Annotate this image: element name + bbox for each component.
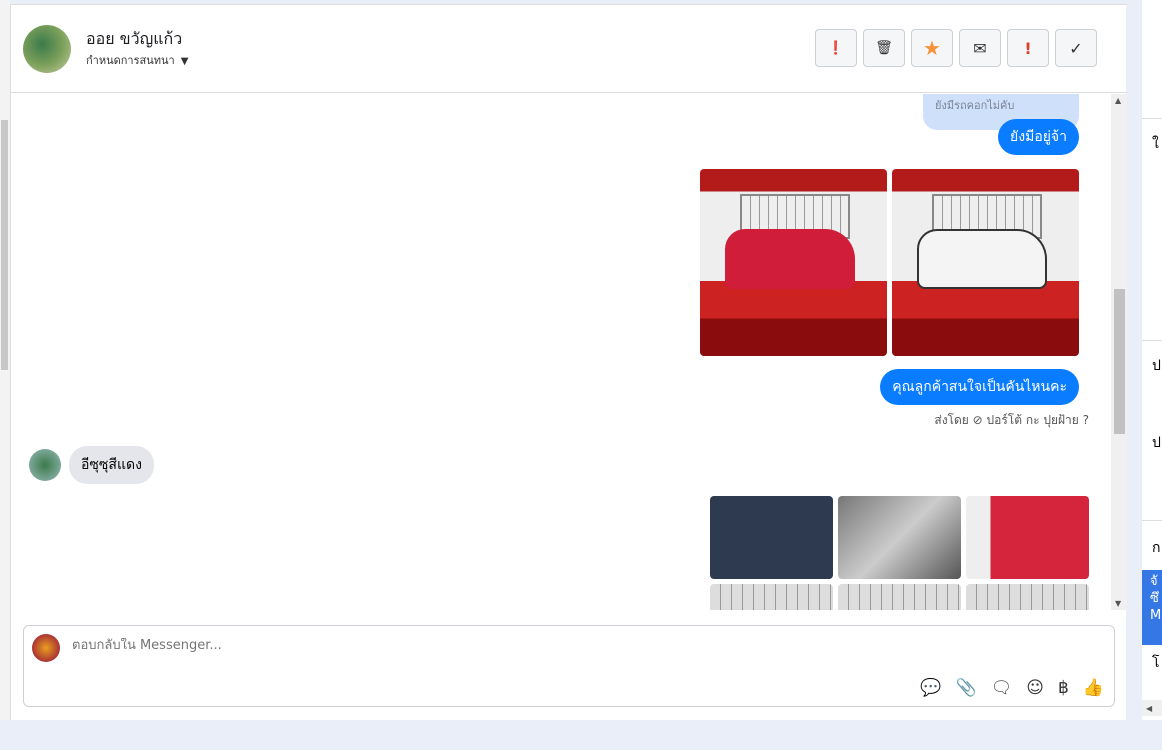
conversation-header: ออย ขวัญแก้ว กำหนดการสนทนา ▼ ❗ 🗑 ★ ✉ ! ✓ [11, 4, 1127, 93]
scroll-thumb[interactable] [1, 120, 8, 370]
image-attachments [700, 169, 1079, 356]
mail-icon: ✉ [973, 38, 987, 58]
red-truck-image[interactable] [700, 169, 887, 356]
important-button[interactable]: ! [1007, 29, 1049, 67]
outgoing-message: ยังมีอยู่จ้า [998, 119, 1079, 155]
section-header: ป [1152, 435, 1161, 451]
left-scrollbar[interactable] [0, 0, 10, 720]
done-button[interactable]: ✓ [1055, 29, 1097, 67]
scroll-up-icon[interactable]: ▲ [1115, 96, 1121, 105]
messenger-banner[interactable]: จั ซึ M [1142, 570, 1162, 645]
composer-actions: 💬 📎 🗨 ☺ ฿ 👍 [920, 678, 1104, 698]
check-icon: ✓ [1069, 38, 1083, 58]
emoji-icon[interactable]: ☺ [1026, 678, 1044, 698]
section-header: ใ [1142, 118, 1162, 169]
page-avatar [32, 634, 60, 662]
message-list: ยังมีรถคอกไม่คับ ยังมีอยู่จ้า คุณลูกค้าส… [11, 94, 1111, 610]
spam-button[interactable]: ❗ [815, 29, 857, 67]
exclamation-icon: ! [1024, 38, 1032, 58]
conversation-panel: ออย ขวัญแก้ว กำหนดการสนทนา ▼ ❗ 🗑 ★ ✉ ! ✓ … [10, 4, 1127, 720]
mail-button[interactable]: ✉ [959, 29, 1001, 67]
section-header: ก [1142, 520, 1162, 575]
interior-image[interactable] [838, 496, 961, 579]
caret-down-icon: ▼ [180, 56, 189, 67]
alert-icon: ❗ [827, 40, 845, 56]
spec-image[interactable] [710, 496, 833, 579]
saved-reply-icon[interactable]: 💬 [920, 678, 941, 698]
outgoing-message: คุณลูกค้าสนใจเป็นคันไหนคะ [880, 369, 1079, 405]
attachment-icon[interactable]: 📎 [956, 678, 977, 698]
toolbar: ❗ 🗑 ★ ✉ ! ✓ [815, 29, 1097, 67]
conversation-options-label: กำหนดการสนทนา [86, 54, 175, 67]
payment-icon[interactable]: ฿ [1058, 678, 1069, 698]
white-truck-image[interactable] [892, 169, 1079, 356]
rack-image[interactable] [838, 584, 961, 610]
trash-icon: 🗑 [875, 40, 893, 56]
sent-by-label: ส่งโดย ⊘ ปอร์โต้ กะ ปุยฝ้าย ? [934, 413, 1089, 427]
right-panel: ใ ป ป ก จั ซึ M โ [1142, 0, 1162, 720]
composer: 💬 📎 🗨 ☺ ฿ 👍 [23, 625, 1115, 707]
like-icon[interactable]: 👍 [1083, 678, 1104, 698]
wheel-image[interactable] [966, 496, 1089, 579]
reply-input[interactable] [72, 638, 872, 653]
contact-avatar-small [29, 449, 61, 481]
section-header: ป [1142, 340, 1162, 391]
conversation-options[interactable]: กำหนดการสนทนา ▼ [86, 51, 188, 69]
rack-image[interactable] [966, 584, 1089, 610]
contact-avatar[interactable] [23, 25, 71, 73]
scroll-thumb[interactable] [1114, 289, 1125, 434]
image-grid [710, 496, 1089, 610]
contact-name[interactable]: ออย ขวัญแก้ว [86, 27, 182, 52]
incoming-message: อีซุซุสีแดง [69, 446, 154, 484]
star-button[interactable]: ★ [911, 29, 953, 67]
chat-scrollbar[interactable]: ▲ ▼ [1111, 94, 1127, 610]
section-header: โ [1152, 655, 1160, 671]
star-icon: ★ [923, 36, 941, 60]
scroll-down-icon[interactable]: ▼ [1115, 599, 1121, 608]
message-icon[interactable]: 🗨 [991, 678, 1013, 698]
right-hscrollbar[interactable]: ◀ [1142, 700, 1162, 716]
rack-image[interactable] [710, 584, 833, 610]
delete-button[interactable]: 🗑 [863, 29, 905, 67]
